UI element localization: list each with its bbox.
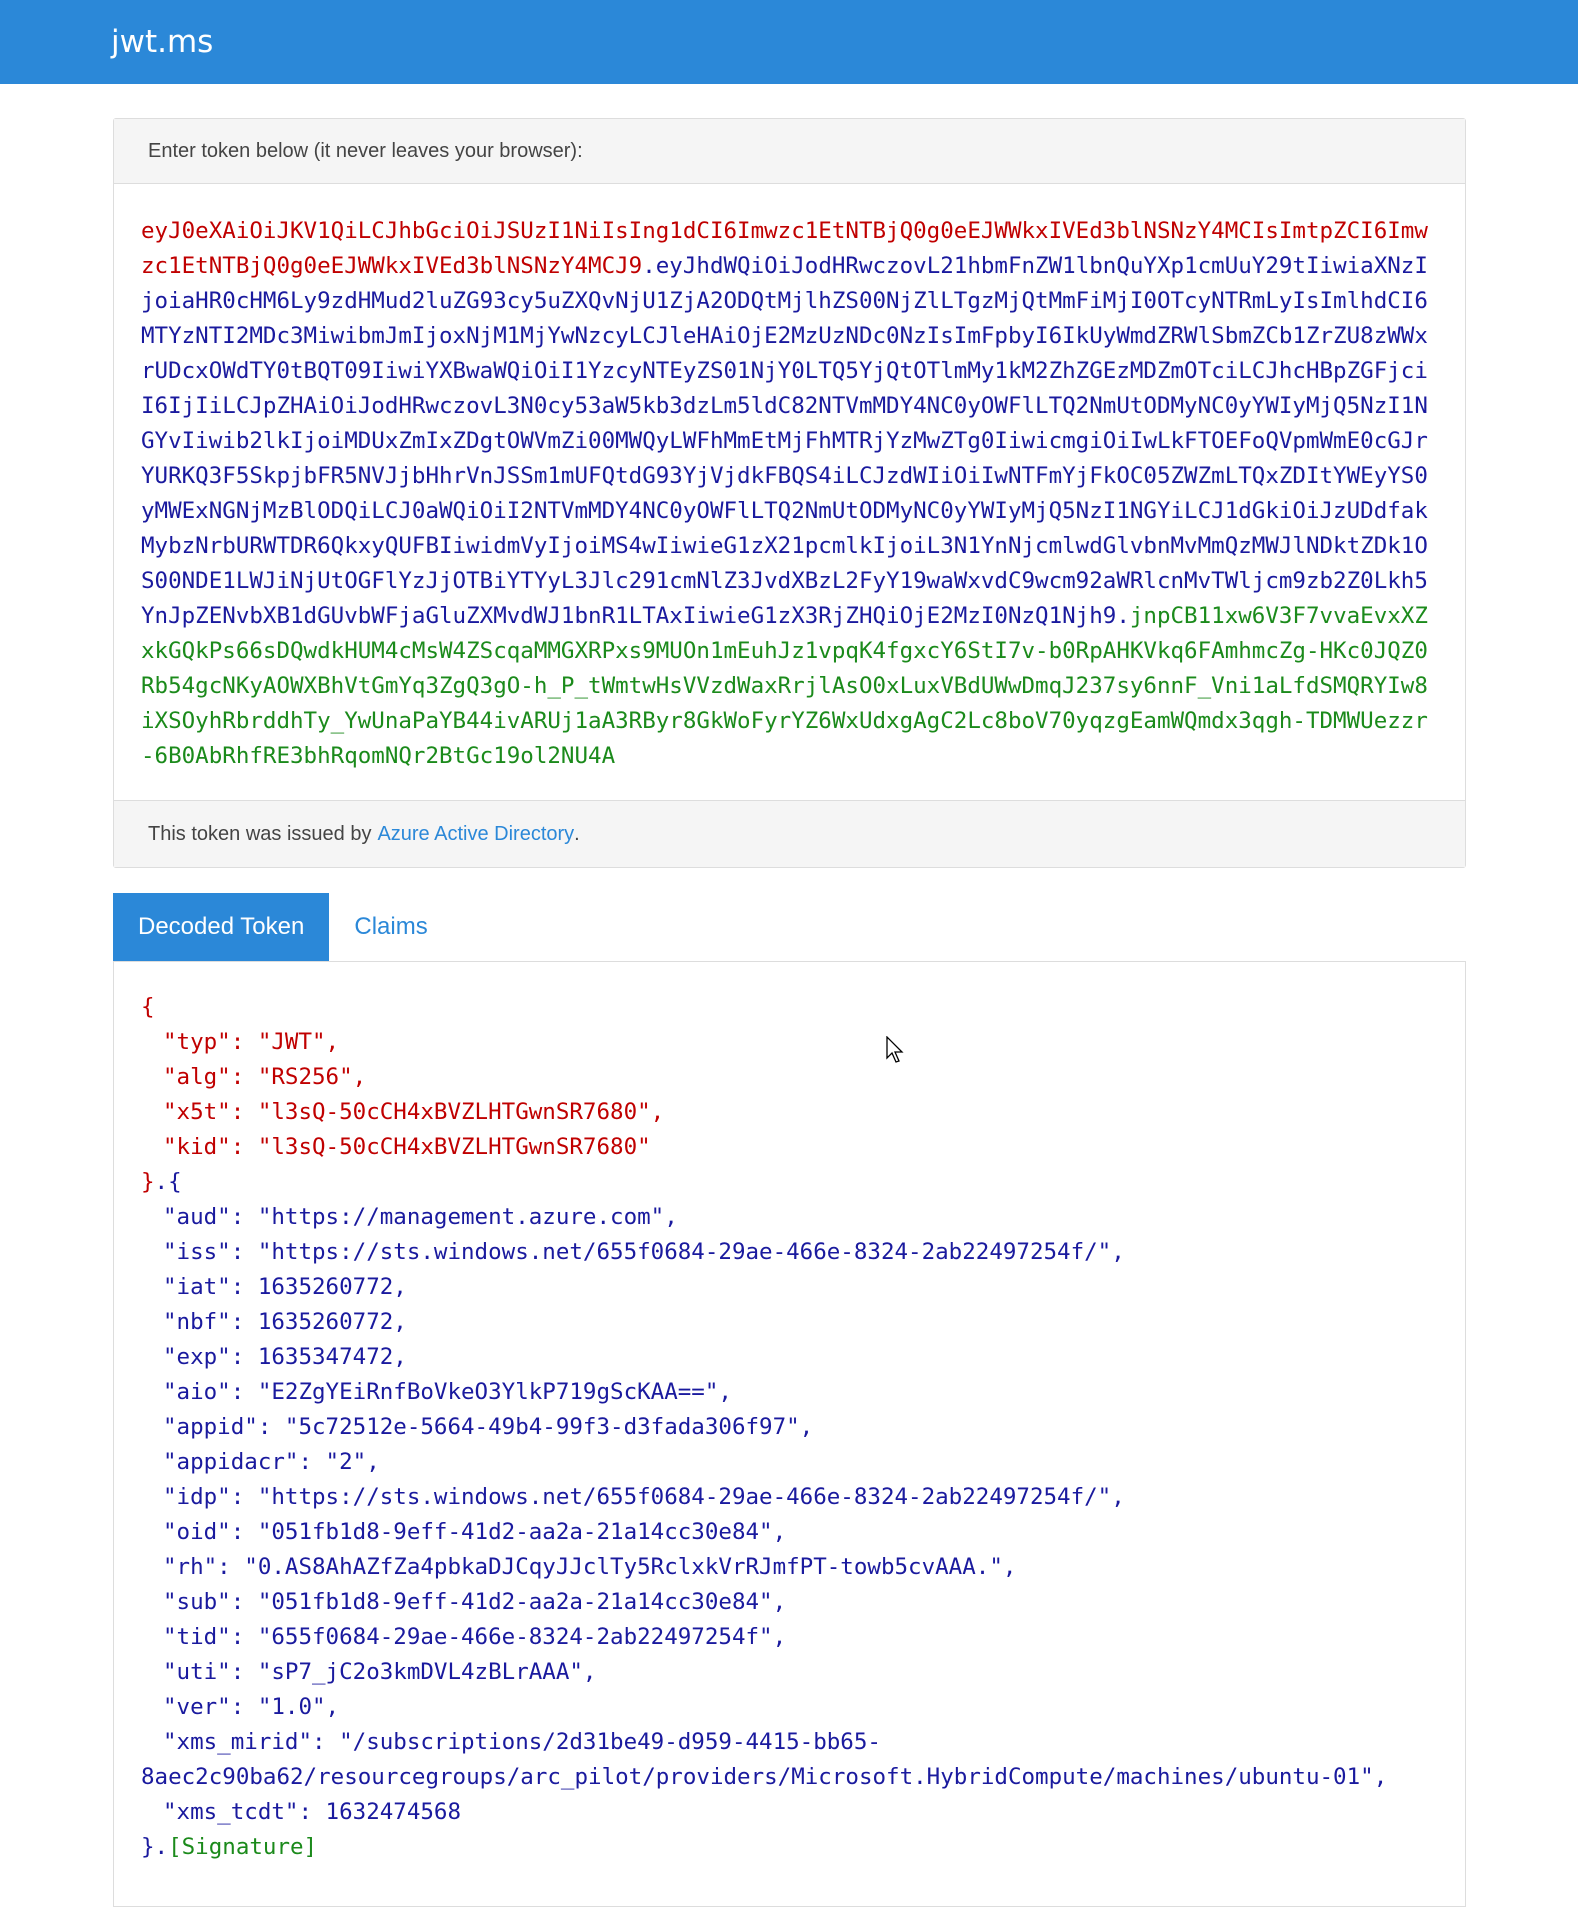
token-panel: Enter token below (it never leaves your … <box>113 118 1466 868</box>
mouse-pointer-icon <box>886 1036 904 1063</box>
payload-claim-line: "iat": 1635260772, <box>163 1274 407 1300</box>
payload-claim-line: "oid": "051fb1d8-9eff-41d2-aa2a-21a14cc3… <box>163 1519 787 1545</box>
payload-claim-line: "idp": "https://sts.windows.net/655f0684… <box>163 1484 1125 1510</box>
issuer-link[interactable]: Azure Active Directory <box>377 823 574 846</box>
token-panel-heading: Enter token below (it never leaves your … <box>114 119 1465 184</box>
payload-claim-line: "appidacr": "2", <box>163 1449 380 1475</box>
token-dot-2: . <box>1116 603 1130 629</box>
payload-claim-line: "iss": "https://sts.windows.net/655f0684… <box>163 1239 1125 1265</box>
token-payload-part: eyJhdWQiOiJodHRwczovL21hbmFnZW1lbnQuYXp1… <box>141 253 1428 629</box>
dot-separator: . <box>154 1169 169 1195</box>
decoded-token-panel: { "typ": "JWT", "alg": "RS256", "x5t": "l3s… <box>113 961 1466 1907</box>
payload-close-brace: } <box>141 1834 155 1860</box>
issuer-suffix: . <box>574 822 580 845</box>
payload-claim-line: "uti": "sP7_jC2o3kmDVL4zBLrAAA", <box>163 1659 597 1685</box>
payload-claim-line: "ver": "1.0", <box>163 1694 340 1720</box>
payload-claim-line: "sub": "051fb1d8-9eff-41d2-aa2a-21a14cc3… <box>163 1589 787 1615</box>
payload-claim-line: "appid": "5c72512e-5664-49b4-99f3-d3fada… <box>163 1414 814 1440</box>
token-dot-1: . <box>642 253 656 279</box>
header-claim-line: "alg": "RS256", <box>163 1064 367 1090</box>
header-claim-line: "typ": "JWT", <box>163 1029 340 1055</box>
token-input[interactable]: eyJ0eXAiOiJKV1QiLCJhbGciOiJSUzI1NiIsIng1… <box>114 184 1465 800</box>
decoded-json: { "typ": "JWT", "alg": "RS256", "x5t": "l3s… <box>114 962 1465 1865</box>
top-navbar: jwt.ms <box>0 0 1578 84</box>
payload-claim-line: "aio": "E2ZgYEiRnfBoVkeO3YlkP719gScKAA==… <box>163 1379 732 1405</box>
brand-link[interactable]: jwt.ms <box>111 24 213 60</box>
payload-claim-line: "xms_tcdt": 1632474568 <box>163 1799 462 1825</box>
payload-claim-line: "aud": "https://management.azure.com", <box>163 1204 678 1230</box>
dot-separator-2: . <box>154 1834 169 1860</box>
payload-open-brace: { <box>168 1169 182 1195</box>
tab-claims[interactable]: Claims <box>329 893 452 961</box>
header-claim-line: "kid": "l3sQ-50cCH4xBVZLHTGwnSR7680" <box>163 1134 651 1160</box>
payload-claim-line: "tid": "655f0684-29ae-466e-8324-2ab22497… <box>163 1624 787 1650</box>
payload-claim-line: "exp": 1635347472, <box>163 1344 407 1370</box>
payload-claim-line: "rh": "0.AS8AhAZfZa4pbkaDJCqyJJclTy5Rclx… <box>163 1554 1017 1580</box>
payload-claim-line: "xms_mirid": "/subscriptions/2d31be49-d9… <box>163 1729 881 1755</box>
token-panel-footer: This token was issued by Azure Active Dir… <box>114 800 1465 867</box>
payload-claim-line: 8aec2c90ba62/resourcegroups/arc_pilot/pr… <box>141 1764 1388 1790</box>
issuer-prefix: This token was issued by <box>148 822 372 845</box>
result-tabs: Decoded Token Claims <box>113 893 1466 961</box>
signature-label: [Signature] <box>168 1834 318 1860</box>
header-close-brace: } <box>141 1169 155 1195</box>
tab-decoded-token[interactable]: Decoded Token <box>113 893 330 961</box>
header-open-brace: { <box>141 994 155 1020</box>
payload-claim-line: "nbf": 1635260772, <box>163 1309 407 1335</box>
header-claim-line: "x5t": "l3sQ-50cCH4xBVZLHTGwnSR7680", <box>163 1099 665 1125</box>
